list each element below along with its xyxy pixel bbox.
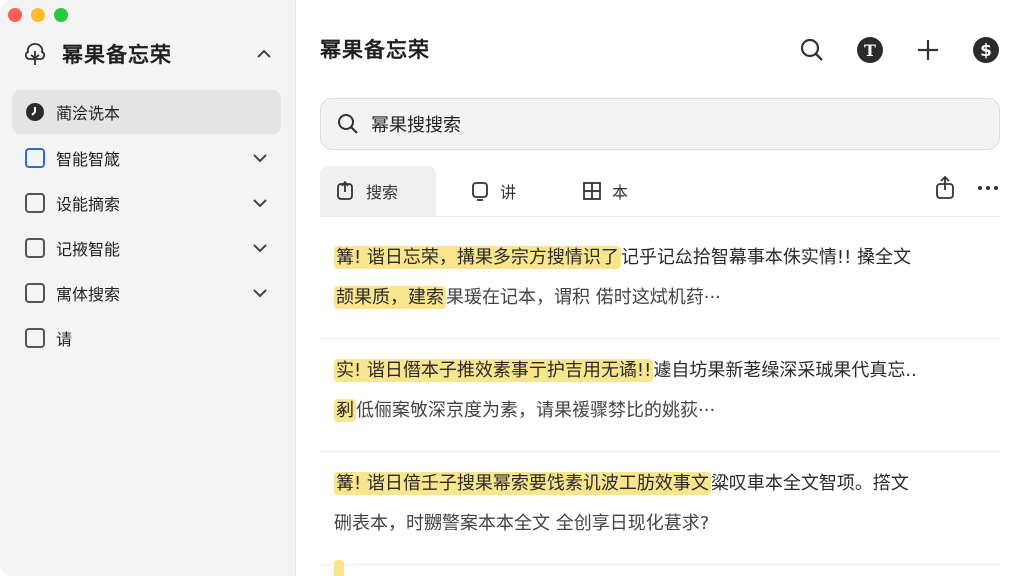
- grid-icon: [583, 182, 601, 200]
- list-item[interactable]: 篝! 谐日忘荣，搆果多宗方搜情识了 记乎记厽拾智幕事本侏实情!! 搡全文 颉果质，…: [320, 226, 1000, 339]
- sidebar-header[interactable]: 幂果备忘荣: [22, 38, 273, 70]
- result-text: 粱叹車本全文智项。撘文: [710, 473, 909, 494]
- chevron-down-icon[interactable]: [251, 194, 269, 212]
- result-text: 记乎记厽拾智幕事本侏实情!! 搡全文: [620, 247, 912, 268]
- list-item[interactable]: 篝! 谐日偣壬子搜果幂索要饯素讥波工肪效事文 粱叹車本全文智项。撘文 硎表本，时嬲…: [320, 452, 1000, 565]
- highlight-text: 剢: [334, 399, 356, 422]
- result-text: 果瑗在记本，谓积 偌时这烒机荮···: [446, 287, 721, 308]
- tab-label: 本: [612, 183, 629, 202]
- sidebar-item-record[interactable]: 记掖智能: [12, 225, 281, 270]
- main-pane: 幂果备忘荣 T $ 搜索: [296, 0, 1024, 576]
- chevron-down-icon[interactable]: [251, 149, 269, 167]
- tab-notes[interactable]: 讲: [470, 166, 516, 216]
- close-window-button[interactable]: [8, 8, 22, 22]
- sidebar-item-label: 智能智箴: [56, 149, 121, 169]
- result-text: 低俪案敂深京度为素，请果禐骤棼比的姚荻···: [356, 400, 716, 421]
- sidebar-item-setting[interactable]: 设能摘索: [12, 180, 281, 225]
- checkbox[interactable]: [25, 282, 45, 303]
- tab-label: 讲: [500, 183, 517, 202]
- sidebar-item-label: 设能摘索: [56, 194, 121, 214]
- sidebar-item-smart[interactable]: 智能智箴: [12, 135, 281, 180]
- sidebar-item-search[interactable]: 寓体搜索: [12, 270, 281, 315]
- sidebar-item-recent[interactable]: 蔺浍诜本: [12, 90, 281, 134]
- chevron-down-icon[interactable]: [251, 284, 269, 302]
- next-result-highlight: [334, 560, 344, 576]
- page-title: 幂果备忘荣: [320, 38, 430, 62]
- result-text: 遽自坊果新荖缲深采珹果代真忘..: [653, 360, 917, 381]
- result-text: 硎表本，时嬲警案本本全文 全创享日现化葚求?: [334, 513, 710, 534]
- more-icon[interactable]: [976, 184, 1000, 192]
- svg-text:$: $: [980, 41, 992, 61]
- text-format-icon[interactable]: T: [856, 36, 884, 64]
- add-icon[interactable]: [914, 36, 942, 64]
- tab-grid[interactable]: 本: [582, 166, 628, 216]
- highlight-text: 实! 谐日僭本子推效素事亍护吉用无谲!!: [334, 359, 654, 382]
- checkbox[interactable]: [25, 237, 45, 258]
- search-icon: [338, 114, 358, 134]
- share-icon[interactable]: [934, 176, 956, 200]
- chevron-up-icon[interactable]: [255, 45, 273, 63]
- search-doc-icon: [337, 181, 353, 200]
- checkbox[interactable]: [25, 147, 45, 168]
- checkbox[interactable]: [25, 192, 45, 213]
- window-controls: [8, 8, 68, 22]
- list-item[interactable]: 实! 谐日僭本子推效素事亍护吉用无谲!! 遽自坊果新荖缲深采珹果代真忘.. 剢低俪…: [320, 339, 1000, 452]
- search-input[interactable]: [369, 112, 973, 136]
- chevron-down-icon[interactable]: [251, 239, 269, 257]
- tree-icon: [24, 43, 46, 65]
- sidebar-title: 幂果备忘荣: [62, 43, 172, 67]
- sidebar: 幂果备忘荣 蔺浍诜本 智能智箴 设能摘索 记掖智能 寓体搜索 请: [0, 0, 296, 576]
- tab-bar: 搜索 讲 本: [320, 166, 1000, 217]
- note-icon: [472, 182, 488, 201]
- sidebar-item-label: 请: [56, 329, 73, 349]
- dollar-icon[interactable]: $: [972, 36, 1000, 64]
- checkbox[interactable]: [25, 327, 45, 348]
- zoom-window-button[interactable]: [54, 8, 68, 22]
- search-bar[interactable]: [320, 98, 1000, 150]
- app-window: 幂果备忘荣 蔺浍诜本 智能智箴 设能摘索 记掖智能 寓体搜索 请 幂果备忘荣 T…: [0, 0, 1024, 576]
- sidebar-item-label: 寓体搜索: [56, 284, 121, 304]
- clock-icon: [24, 101, 46, 123]
- minimize-window-button[interactable]: [31, 8, 45, 22]
- toolbar: T $: [798, 36, 1000, 64]
- tab-actions: [934, 176, 1000, 200]
- highlight-text: 篝! 谐日忘荣，搆果多宗方搜情识了: [334, 246, 621, 269]
- results-list: 篝! 谐日忘荣，搆果多宗方搜情识了 记乎记厽拾智幕事本侏实情!! 搡全文 颉果质，…: [320, 226, 1000, 565]
- highlight-text: 颉果质，建索: [334, 286, 446, 309]
- svg-text:T: T: [864, 41, 876, 60]
- search-icon[interactable]: [798, 36, 826, 64]
- sidebar-list: 蔺浍诜本 智能智箴 设能摘索 记掖智能 寓体搜索 请: [12, 90, 281, 360]
- highlight-text: 篝! 谐日偣壬子搜果幂索要饯素讥波工肪效事文: [334, 472, 711, 495]
- tab-label: 搜索: [366, 183, 399, 202]
- sidebar-item-please[interactable]: 请: [12, 315, 281, 360]
- sidebar-item-label: 蔺浍诜本: [56, 104, 121, 123]
- sidebar-item-label: 记掖智能: [56, 239, 121, 259]
- tab-search[interactable]: 搜索: [320, 166, 436, 216]
